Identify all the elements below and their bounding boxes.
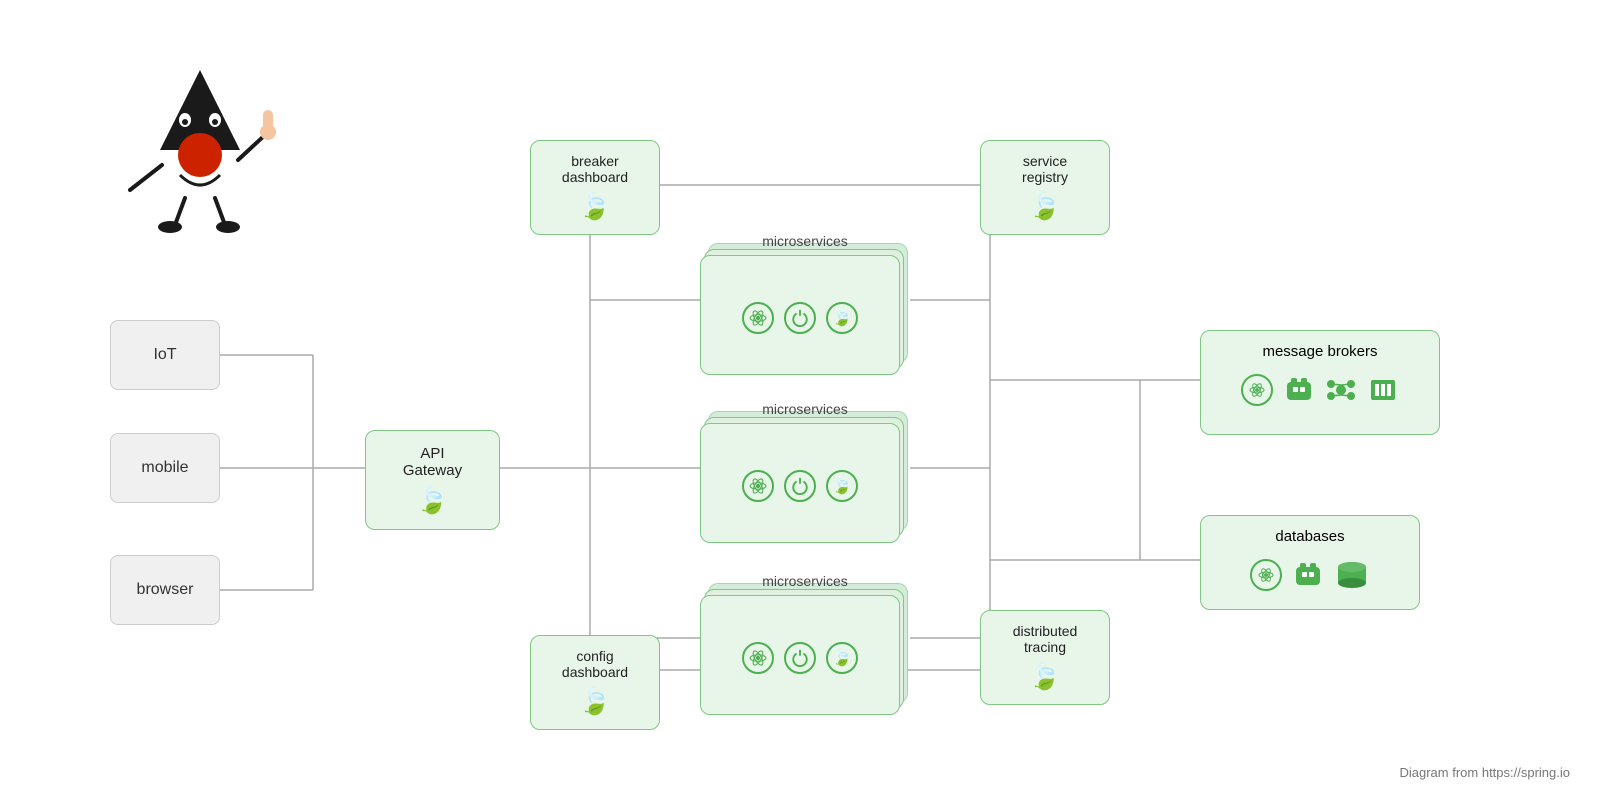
ms-top-power-icon [784,302,816,334]
db-cylinder-icon [1334,559,1370,591]
breaker-dashboard-label: breaker dashboard [562,153,628,185]
attribution-text: Diagram from https://spring.io [1399,765,1570,780]
broker-rabbitmq-icon [1283,374,1315,406]
service-registry-leaf-icon: 🍃 [1029,191,1061,222]
api-gateway-label: API Gateway [403,445,462,479]
db-spring-icon [1292,559,1324,591]
databases-label: databases [1275,528,1344,545]
ms-bot-power-icon [784,642,816,674]
config-dashboard-label: config dashboard [562,648,628,680]
ms-mid-leaf-icon: 🍃 [826,470,858,502]
ms-mid-react-icon [742,470,774,502]
diagram-container: IoT mobile browser API Gateway 🍃 breaker… [0,0,1600,800]
breaker-dashboard-box: breaker dashboard 🍃 [530,140,660,235]
ms-bot-react-icon [742,642,774,674]
service-registry-box: service registry 🍃 [980,140,1110,235]
broker-react-icon [1241,374,1273,406]
distributed-tracing-label: distributed tracing [1013,623,1078,655]
iot-label: IoT [153,346,176,364]
databases-box: databases [1200,515,1420,610]
ms-mid-power-icon [784,470,816,502]
ms-bot-leaf-icon: 🍃 [826,642,858,674]
message-brokers-box: message brokers [1200,330,1440,435]
mobile-label: mobile [141,459,188,477]
db-react-icon [1250,559,1282,591]
api-gateway-leaf-icon: 🍃 [416,485,448,516]
mascot [100,50,300,250]
distributed-tracing-leaf-icon: 🍃 [1029,661,1061,692]
ms-top-leaf-icon: 🍃 [826,302,858,334]
ms-mid-label: microservices [700,401,910,417]
config-dashboard-box: config dashboard 🍃 [530,635,660,730]
service-registry-label: service registry [1022,153,1068,185]
message-brokers-label: message brokers [1262,343,1377,360]
breaker-leaf-icon: 🍃 [579,191,611,222]
broker-kafka-icon [1325,374,1357,406]
iot-box: IoT [110,320,220,390]
ms-top-label: microservices [700,233,910,249]
browser-label: browser [137,581,194,599]
ms-top-react-icon [742,302,774,334]
config-leaf-icon: 🍃 [579,686,611,717]
ms-bot-label: microservices [700,573,910,589]
distributed-tracing-box: distributed tracing 🍃 [980,610,1110,705]
browser-box: browser [110,555,220,625]
attribution: Diagram from https://spring.io [1399,765,1570,780]
broker-activemq-icon [1367,374,1399,406]
api-gateway-box: API Gateway 🍃 [365,430,500,530]
mobile-box: mobile [110,433,220,503]
